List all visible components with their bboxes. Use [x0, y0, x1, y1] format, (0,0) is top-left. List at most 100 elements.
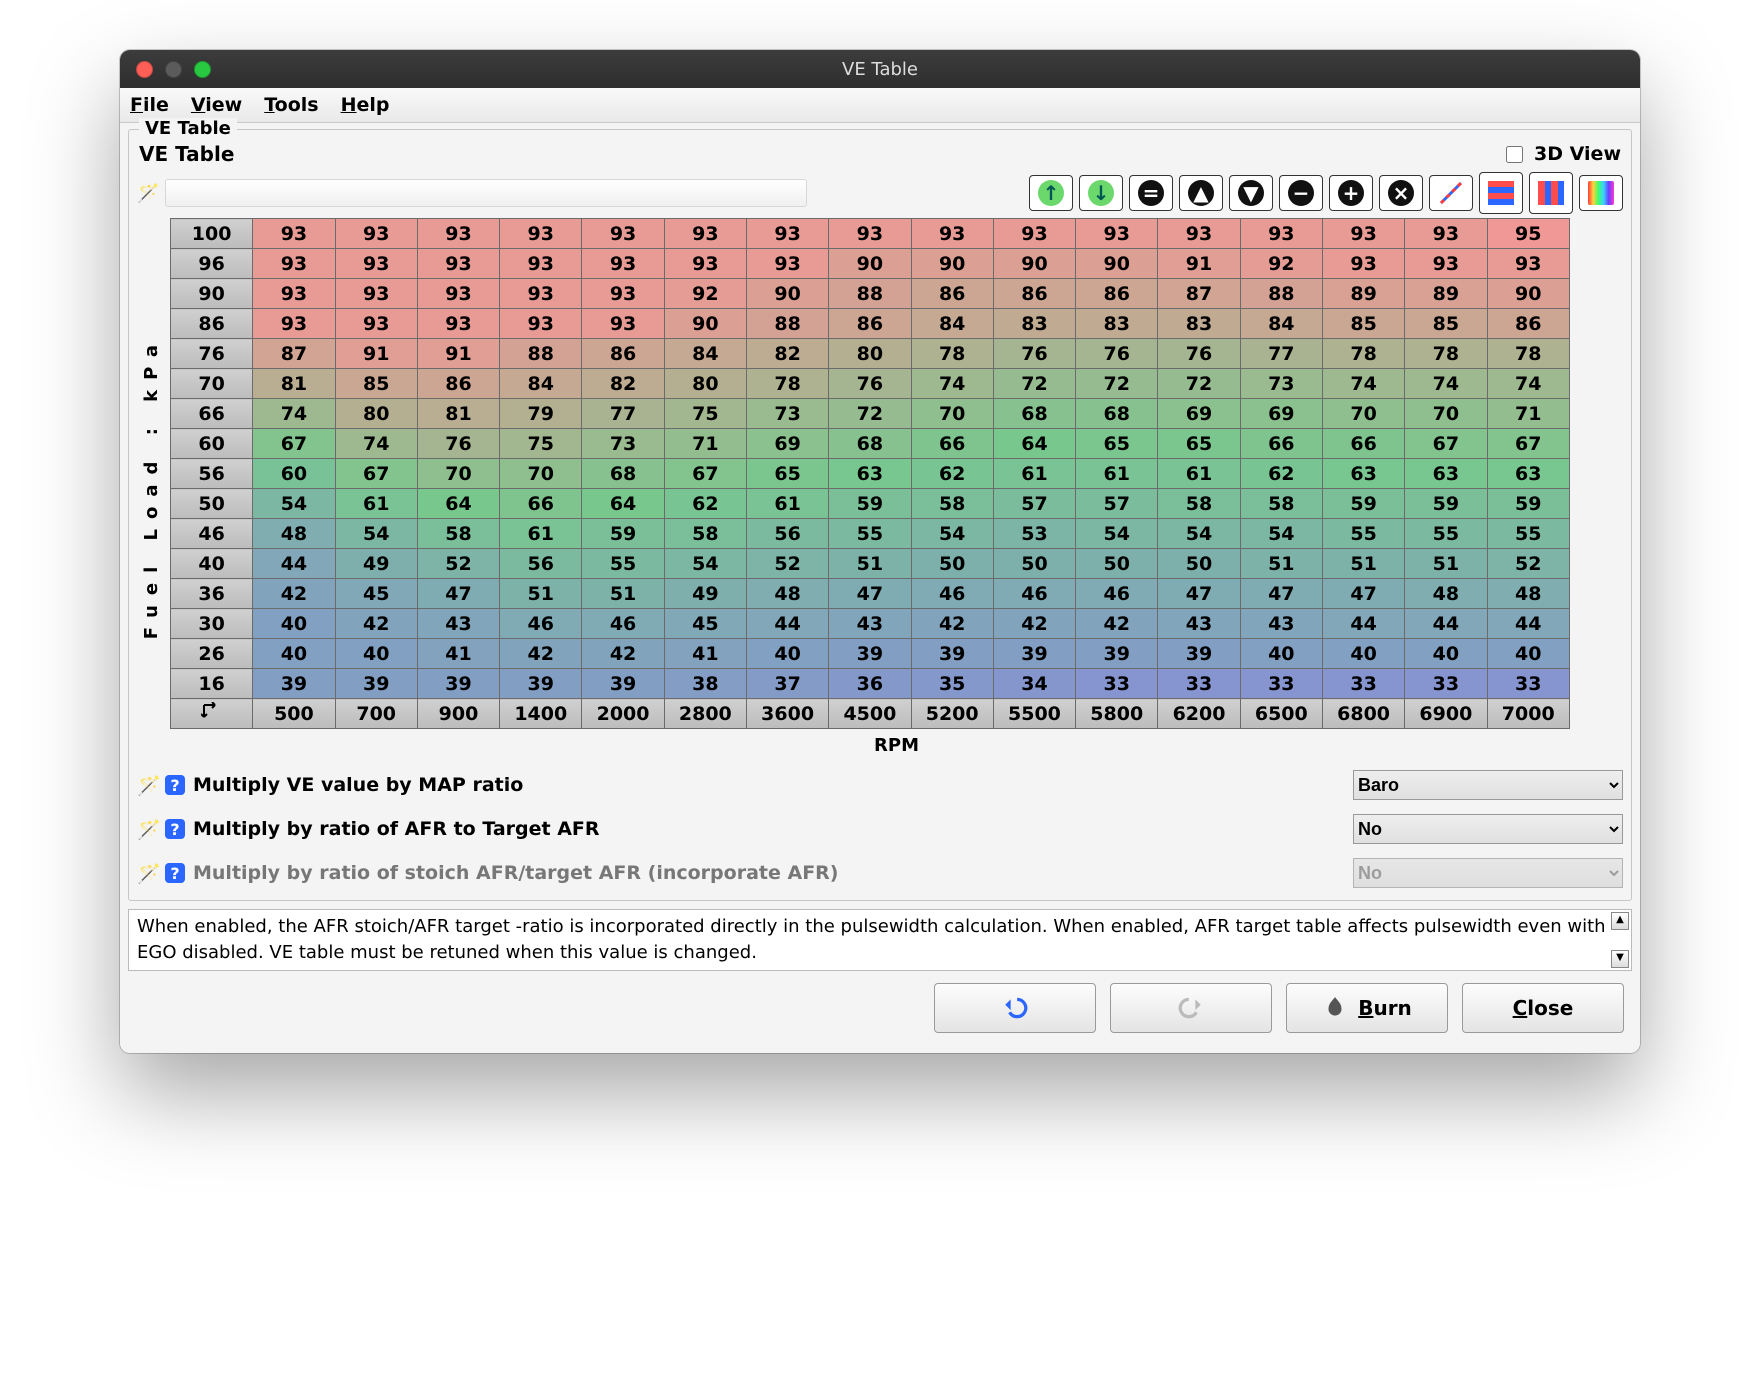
ve-cell[interactable]: 33: [1158, 669, 1240, 699]
ve-cell[interactable]: 58: [1240, 489, 1322, 519]
ve-cell[interactable]: 93: [664, 249, 746, 279]
ve-cell[interactable]: 93: [664, 219, 746, 249]
ve-cell[interactable]: 70: [500, 459, 582, 489]
ve-cell[interactable]: 84: [911, 309, 993, 339]
y-header-cell[interactable]: 66: [171, 399, 253, 429]
ve-cell[interactable]: 42: [582, 639, 664, 669]
window-zoom-button[interactable]: [194, 61, 211, 78]
x-header-cell[interactable]: 5800: [1076, 699, 1158, 729]
ve-cell[interactable]: 47: [1322, 579, 1404, 609]
ve-cell[interactable]: 90: [1076, 249, 1158, 279]
ve-cell[interactable]: 56: [746, 519, 828, 549]
ve-cell[interactable]: 51: [829, 549, 911, 579]
ve-cell[interactable]: 93: [500, 309, 582, 339]
ve-cell[interactable]: 67: [335, 459, 417, 489]
ve-cell[interactable]: 59: [1405, 489, 1487, 519]
ve-cell[interactable]: 61: [335, 489, 417, 519]
option-select[interactable]: Baro: [1353, 770, 1623, 800]
ve-cell[interactable]: 80: [829, 339, 911, 369]
ve-cell[interactable]: 58: [1158, 489, 1240, 519]
ve-cell[interactable]: 49: [664, 579, 746, 609]
ve-cell[interactable]: 70: [1322, 399, 1404, 429]
ve-cell[interactable]: 71: [1487, 399, 1570, 429]
y-header-cell[interactable]: 40: [171, 549, 253, 579]
ve-cell[interactable]: 93: [500, 249, 582, 279]
ve-cell[interactable]: 90: [911, 249, 993, 279]
ve-cell[interactable]: 78: [746, 369, 828, 399]
ve-cell[interactable]: 69: [1158, 399, 1240, 429]
ve-cell[interactable]: 42: [1076, 609, 1158, 639]
ve-cell[interactable]: 70: [911, 399, 993, 429]
menu-view[interactable]: View: [191, 94, 242, 116]
help-icon[interactable]: ?: [165, 775, 185, 795]
ve-cell[interactable]: 93: [335, 219, 417, 249]
tb-refresh-down[interactable]: ↓: [1079, 175, 1123, 211]
x-header-cell[interactable]: 4500: [829, 699, 911, 729]
y-header-cell[interactable]: 46: [171, 519, 253, 549]
ve-cell[interactable]: 39: [1076, 639, 1158, 669]
ve-cell[interactable]: 72: [1076, 369, 1158, 399]
ve-cell[interactable]: 74: [1487, 369, 1570, 399]
ve-cell[interactable]: 87: [253, 339, 335, 369]
ve-cell[interactable]: 78: [911, 339, 993, 369]
ve-cell[interactable]: 42: [253, 579, 335, 609]
3d-view-checkbox[interactable]: [1506, 146, 1523, 163]
ve-cell[interactable]: 53: [993, 519, 1075, 549]
ve-cell[interactable]: 76: [1158, 339, 1240, 369]
ve-cell[interactable]: 76: [1076, 339, 1158, 369]
ve-cell[interactable]: 92: [664, 279, 746, 309]
ve-cell[interactable]: 93: [582, 279, 664, 309]
ve-cell[interactable]: 39: [582, 669, 664, 699]
ve-cell[interactable]: 41: [417, 639, 499, 669]
ve-cell[interactable]: 93: [746, 249, 828, 279]
ve-cell[interactable]: 75: [500, 429, 582, 459]
y-header-cell[interactable]: 36: [171, 579, 253, 609]
ve-cell[interactable]: 85: [1405, 309, 1487, 339]
ve-cell[interactable]: 66: [1322, 429, 1404, 459]
ve-cell[interactable]: 76: [993, 339, 1075, 369]
ve-cell[interactable]: 55: [1405, 519, 1487, 549]
ve-cell[interactable]: 42: [993, 609, 1075, 639]
ve-cell[interactable]: 73: [1240, 369, 1322, 399]
ve-cell[interactable]: 36: [829, 669, 911, 699]
ve-cell[interactable]: 81: [253, 369, 335, 399]
help-icon[interactable]: ?: [165, 819, 185, 839]
option-select[interactable]: No: [1353, 858, 1623, 888]
x-header-cell[interactable]: 5500: [993, 699, 1075, 729]
ve-cell[interactable]: 73: [746, 399, 828, 429]
ve-cell[interactable]: 34: [993, 669, 1075, 699]
ve-cell[interactable]: 90: [664, 309, 746, 339]
ve-cell[interactable]: 84: [1240, 309, 1322, 339]
ve-cell[interactable]: 48: [253, 519, 335, 549]
ve-cell[interactable]: 56: [500, 549, 582, 579]
ve-cell[interactable]: 54: [911, 519, 993, 549]
ve-cell[interactable]: 93: [1322, 249, 1404, 279]
x-header-cell[interactable]: 1400: [500, 699, 582, 729]
y-header-cell[interactable]: 70: [171, 369, 253, 399]
ve-cell[interactable]: 93: [417, 309, 499, 339]
ve-cell[interactable]: 93: [335, 309, 417, 339]
ve-cell[interactable]: 79: [500, 399, 582, 429]
ve-cell[interactable]: 42: [911, 609, 993, 639]
ve-cell[interactable]: 40: [335, 639, 417, 669]
ve-cell[interactable]: 88: [829, 279, 911, 309]
ve-cell[interactable]: 64: [993, 429, 1075, 459]
ve-cell[interactable]: 85: [1322, 309, 1404, 339]
ve-cell[interactable]: 54: [1158, 519, 1240, 549]
ve-cell[interactable]: 59: [1322, 489, 1404, 519]
ve-cell[interactable]: 40: [1405, 639, 1487, 669]
ve-cell[interactable]: 61: [746, 489, 828, 519]
ve-cell[interactable]: 93: [1076, 219, 1158, 249]
ve-cell[interactable]: 90: [1487, 279, 1570, 309]
y-header-cell[interactable]: 96: [171, 249, 253, 279]
ve-cell[interactable]: 74: [1405, 369, 1487, 399]
ve-cell[interactable]: 68: [993, 399, 1075, 429]
y-header-cell[interactable]: 100: [171, 219, 253, 249]
ve-cell[interactable]: 52: [1487, 549, 1570, 579]
ve-cell[interactable]: 39: [335, 669, 417, 699]
close-button[interactable]: Close: [1462, 983, 1624, 1033]
ve-cell[interactable]: 85: [335, 369, 417, 399]
wand-icon[interactable]: 🪄: [137, 774, 157, 797]
x-header-cell[interactable]: 2800: [664, 699, 746, 729]
ve-cell[interactable]: 48: [1405, 579, 1487, 609]
